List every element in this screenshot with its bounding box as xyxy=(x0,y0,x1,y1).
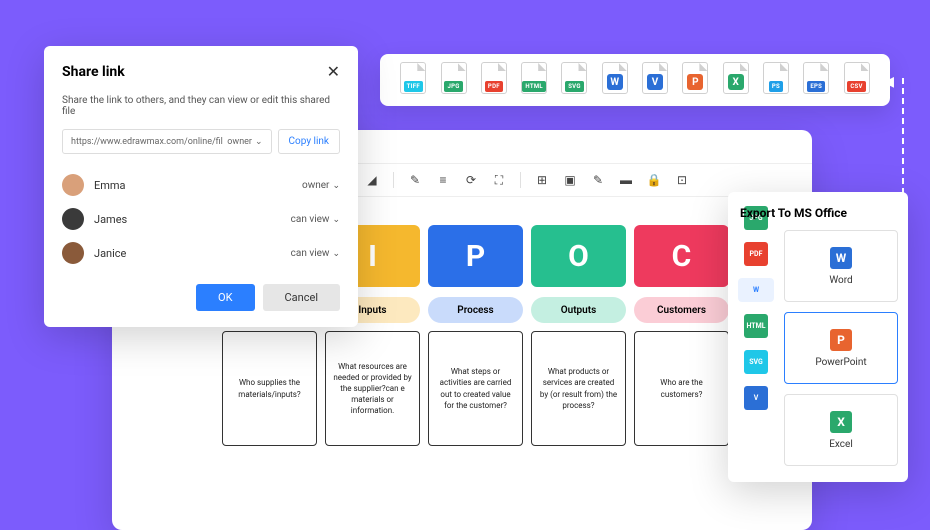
cancel-button[interactable]: Cancel xyxy=(263,284,340,311)
file-badge-pdf[interactable]: PDF xyxy=(479,62,509,98)
sipoc-col-outputs: O Outputs What products or services are … xyxy=(531,225,626,446)
avatar xyxy=(62,242,84,264)
export-title: Export To MS Office xyxy=(740,206,898,220)
export-mini-v[interactable]: V xyxy=(744,386,768,410)
copy-link-button[interactable]: Copy link xyxy=(278,129,340,154)
share-user-row: James can view⌄ xyxy=(62,202,340,236)
excel-icon: X xyxy=(830,411,852,433)
export-mini-pdf[interactable]: PDF xyxy=(744,242,768,266)
export-mini-svg[interactable]: SVG xyxy=(744,350,768,374)
sipoc-card: Who supplies the materials/inputs? xyxy=(222,331,317,446)
share-url-field[interactable]: https://www.edrawmax.com/online/fil owne… xyxy=(62,129,272,154)
sipoc-col-process: P Process What steps or activities are c… xyxy=(428,225,523,446)
ok-button[interactable]: OK xyxy=(196,284,254,311)
file-format-strip: TIFF JPG PDF HTML SVG WVPX PS EPS CSV xyxy=(380,54,890,106)
user-name: Emma xyxy=(94,179,126,192)
sipoc-label: Outputs xyxy=(531,297,626,323)
export-label: PowerPoint xyxy=(815,357,866,368)
align-icon[interactable]: ≡ xyxy=(436,173,450,187)
file-badge-x[interactable]: X xyxy=(721,62,751,98)
share-user-row: Emma owner⌄ xyxy=(62,168,340,202)
share-title: Share link xyxy=(62,64,125,80)
user-name: Janice xyxy=(94,247,126,260)
export-panel: JPGPDFWHTMLSVGV Export To MS Office WWor… xyxy=(728,192,908,482)
highlight-icon[interactable]: ◢ xyxy=(365,173,379,187)
file-badge-tiff[interactable]: TIFF xyxy=(398,62,428,98)
close-icon[interactable]: ✕ xyxy=(327,62,340,81)
file-badge-v[interactable]: V xyxy=(640,62,670,98)
user-role-select[interactable]: can view⌄ xyxy=(291,248,340,259)
sipoc-label: Process xyxy=(428,297,523,323)
lock-icon[interactable]: 🔒 xyxy=(647,173,661,187)
powerpoint-icon: P xyxy=(830,329,852,351)
export-option-word[interactable]: W Word xyxy=(784,230,898,302)
share-description: Share the link to others, and they can v… xyxy=(62,95,340,117)
export-mini-w[interactable]: W xyxy=(738,278,774,302)
image-icon[interactable]: ▣ xyxy=(563,173,577,187)
sipoc-card: What products or services are created by… xyxy=(531,331,626,446)
fill-icon[interactable]: ▬ xyxy=(619,173,633,187)
sipoc-card: Who are the customers? xyxy=(634,331,729,446)
sipoc-card: What resources are needed or provided by… xyxy=(325,331,420,446)
export-label: Excel xyxy=(829,439,853,450)
sipoc-label: Customers xyxy=(634,297,729,323)
sipoc-header: C xyxy=(634,225,729,287)
sipoc-col-customers: C Customers Who are the customers? xyxy=(634,225,729,446)
file-badge-eps[interactable]: EPS xyxy=(801,62,831,98)
record-icon[interactable]: ⊡ xyxy=(675,173,689,187)
share-user-row: Janice can view⌄ xyxy=(62,236,340,270)
user-role-select[interactable]: can view⌄ xyxy=(291,214,340,225)
user-role-select[interactable]: owner⌄ xyxy=(302,180,340,191)
avatar xyxy=(62,174,84,196)
user-name: James xyxy=(94,213,127,226)
file-badge-p[interactable]: P xyxy=(680,62,710,98)
eyedropper-icon[interactable]: ✎ xyxy=(408,173,422,187)
export-mini-html[interactable]: HTML xyxy=(744,314,768,338)
file-badge-w[interactable]: W xyxy=(600,62,630,98)
file-badge-ps[interactable]: PS xyxy=(761,62,791,98)
arrow-icon: ◀ xyxy=(883,74,894,90)
file-badge-html[interactable]: HTML xyxy=(519,62,549,98)
export-option-excel[interactable]: X Excel xyxy=(784,394,898,466)
sipoc-card: What steps or activities are carried out… xyxy=(428,331,523,446)
avatar xyxy=(62,208,84,230)
word-icon: W xyxy=(830,247,852,269)
pen-icon[interactable]: ✎ xyxy=(591,173,605,187)
connector-line xyxy=(902,78,904,194)
sipoc-header: O xyxy=(531,225,626,287)
crop-icon[interactable]: ⛶ xyxy=(492,173,506,187)
export-option-powerpoint[interactable]: P PowerPoint xyxy=(784,312,898,384)
window-icon[interactable]: ⊞ xyxy=(535,173,549,187)
file-badge-svg[interactable]: SVG xyxy=(559,62,589,98)
file-badge-csv[interactable]: CSV xyxy=(842,62,872,98)
rotate-icon[interactable]: ⟳ xyxy=(464,173,478,187)
sipoc-header: P xyxy=(428,225,523,287)
share-dialog: Share link ✕ Share the link to others, a… xyxy=(44,46,358,327)
file-badge-jpg[interactable]: JPG xyxy=(439,62,469,98)
export-label: Word xyxy=(829,275,852,286)
